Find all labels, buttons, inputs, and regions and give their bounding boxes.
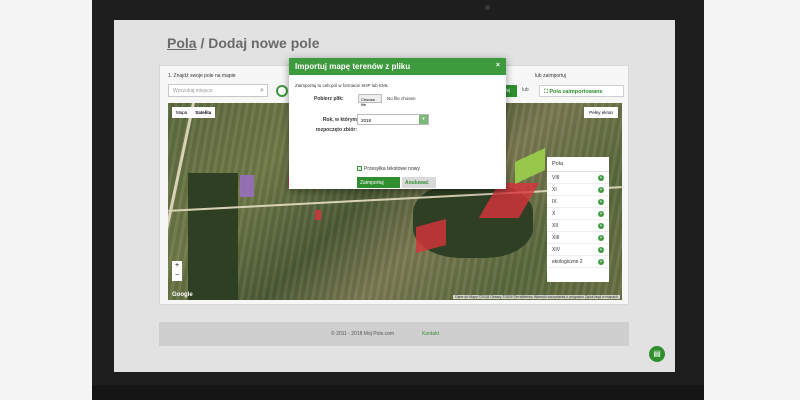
chevron-down-icon[interactable]: ▾ <box>419 115 428 124</box>
zoom-control: + − <box>172 261 182 281</box>
zoom-out-button[interactable]: − <box>172 271 182 281</box>
field-list-item[interactable]: X + <box>547 208 609 220</box>
locate-me-icon[interactable] <box>276 85 288 97</box>
field-list-item[interactable]: XIII + <box>547 232 609 244</box>
camera-dot <box>485 5 490 10</box>
chat-icon[interactable]: ▤ <box>649 346 665 362</box>
field-name: XIII <box>552 234 560 241</box>
breadcrumb-current: Dodaj nowe pole <box>208 35 320 51</box>
forest-area <box>188 173 238 300</box>
checkbox-label: Przesyłka tekstowe nowy <box>364 166 420 172</box>
field-name: XI <box>552 186 557 193</box>
google-logo: Google <box>172 292 193 298</box>
or-label: lub <box>522 87 529 93</box>
field-name: X <box>552 210 556 217</box>
contact-link[interactable]: Kontakt <box>422 331 439 337</box>
add-icon[interactable]: + <box>598 186 604 193</box>
field-list-item[interactable]: XIV + <box>547 244 609 256</box>
zoom-in-button[interactable]: + <box>172 261 182 271</box>
fields-list-panel: Pola VIII + XI + IX + X + XII + XIII + XIV + ek… <box>547 157 609 282</box>
app-screen: Pola / Dodaj nowe pole 1. Znajdź swoje p… <box>114 20 675 372</box>
field-polygon-purple[interactable] <box>240 175 254 197</box>
field-list-item[interactable]: ekologiczne 2 + <box>547 256 609 268</box>
add-icon[interactable]: + <box>598 246 604 253</box>
modal-info-text: Zaimportuj tu ceb pól w formacie SHP lub… <box>295 83 389 88</box>
imported-fields-button[interactable]: ⛶ Pola zaimportowane <box>539 85 624 97</box>
cancel-button[interactable]: Anuluwać <box>402 177 436 188</box>
modal-header: Importuj mapę terenów z pliku × <box>289 58 506 75</box>
year-select[interactable]: 2018 ▾ <box>357 114 429 125</box>
step-label: 1. Znajdź swoje pole na mapie <box>168 73 236 79</box>
map-attribution: Dane do Mapy ©2018 Obrazy ©2018 TerraMet… <box>453 295 620 299</box>
add-icon[interactable]: + <box>598 222 604 229</box>
map-type-satellite[interactable]: Satelita <box>191 107 215 118</box>
checkbox-icon[interactable]: ✓ <box>357 166 362 172</box>
add-icon[interactable]: + <box>598 174 604 181</box>
search-placeholder: Wyszukaj miejsce <box>173 88 213 94</box>
close-icon[interactable]: × <box>496 62 500 69</box>
add-icon[interactable]: + <box>598 234 604 241</box>
field-polygon-red[interactable] <box>315 210 321 220</box>
laptop-hinge <box>92 385 704 400</box>
field-name: ekologiczne 2 <box>552 258 583 265</box>
imported-fields-label: Pola zaimportowane <box>549 89 603 95</box>
field-name: IX <box>552 198 557 205</box>
import-modal: Importuj mapę terenów z pliku × Zaimport… <box>289 58 506 189</box>
breadcrumb-separator: / <box>196 35 209 51</box>
page-footer: © 2011 - 2018 Mój Pole.com Kontakt <box>159 322 629 346</box>
import-hint: lub zaimportuj <box>535 73 567 79</box>
page-title: Pola / Dodaj nowe pole <box>167 35 319 51</box>
copyright-text: © 2011 - 2018 Mój Pole.com <box>331 331 395 337</box>
map-type-map[interactable]: Mapa <box>172 107 191 118</box>
field-list-item[interactable]: VIII + <box>547 172 609 184</box>
fields-list-title: Pola <box>547 157 609 172</box>
import-button[interactable]: Zaimportuj <box>357 177 400 188</box>
modal-title: Importuj mapę terenów z pliku <box>295 62 411 71</box>
add-icon[interactable]: + <box>598 258 604 265</box>
file-status: No file chosen <box>387 96 416 101</box>
field-list-item[interactable]: XII + <box>547 220 609 232</box>
map-type-toggle[interactable]: Mapa Satelita <box>172 107 216 118</box>
year-label: Rok, w którym rozpoczęto zbiór: <box>315 117 357 133</box>
field-name: VIII <box>552 174 560 181</box>
field-list-item[interactable]: IX + <box>547 196 609 208</box>
search-icon[interactable]: ⌕ <box>260 87 264 95</box>
field-name: XII <box>552 222 559 229</box>
year-value: 2018 <box>361 118 372 123</box>
add-icon[interactable]: + <box>598 198 604 205</box>
location-search-input[interactable]: Wyszukaj miejsce ⌕ <box>168 84 268 97</box>
fullscreen-button[interactable]: Pełny ekran <box>584 107 618 118</box>
file-label: Pobierz plik: <box>314 96 344 102</box>
field-name: XIV <box>552 246 561 253</box>
field-list-item[interactable]: XI + <box>547 184 609 196</box>
add-icon[interactable]: + <box>598 210 604 217</box>
breadcrumb-fields-link[interactable]: Pola <box>167 35 197 51</box>
text-parcel-checkbox[interactable]: ✓ Przesyłka tekstowe nowy <box>357 166 420 172</box>
choose-file-button[interactable]: Choose file <box>358 94 382 107</box>
